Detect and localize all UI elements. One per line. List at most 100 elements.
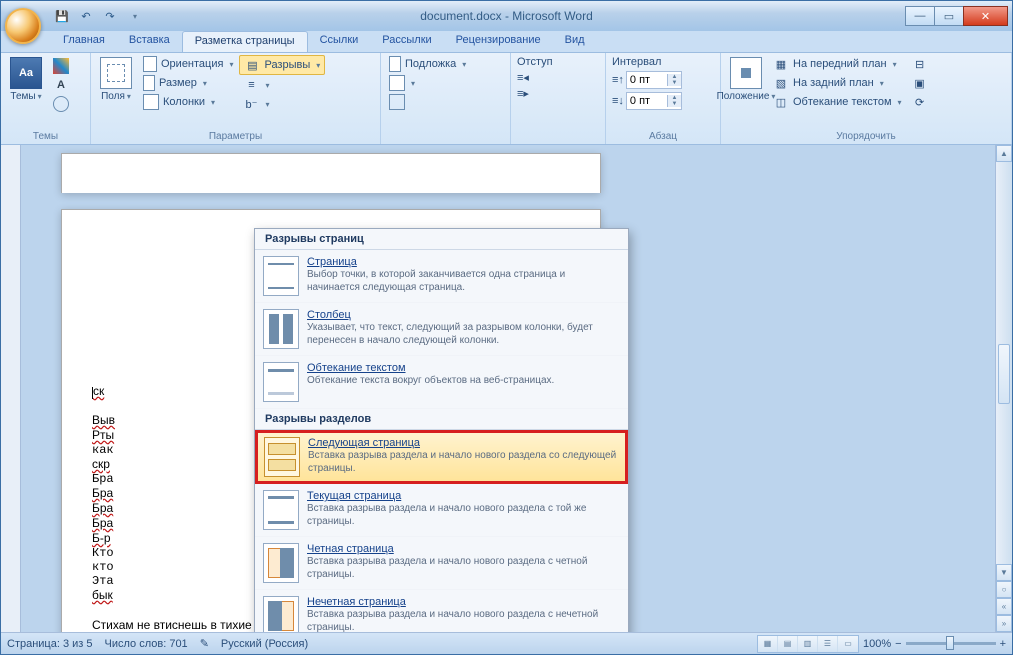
- tab-page-layout[interactable]: Разметка страницы: [182, 31, 308, 52]
- columns-button[interactable]: Колонки: [139, 93, 237, 111]
- columns-icon: [143, 94, 159, 110]
- tab-references[interactable]: Ссылки: [308, 31, 371, 52]
- zoom-level[interactable]: 100%: [863, 638, 891, 650]
- draft-view-icon[interactable]: ▭: [838, 636, 858, 652]
- section-breaks-header: Разрывы разделов: [255, 409, 628, 430]
- scroll-thumb[interactable]: [998, 344, 1010, 404]
- tab-mailings[interactable]: Рассылки: [370, 31, 443, 52]
- zoom-slider-thumb[interactable]: [946, 636, 954, 650]
- indent-left-icon: ≡◂: [517, 71, 529, 84]
- textwrap-break-icon: [263, 362, 299, 402]
- position-button[interactable]: Положение: [725, 55, 767, 104]
- tab-insert[interactable]: Вставка: [117, 31, 182, 52]
- line-numbers-icon: ≡: [243, 77, 259, 93]
- position-icon: [730, 57, 762, 89]
- space-after-spinner[interactable]: ▲▼: [626, 92, 682, 110]
- send-back-icon: ▧: [773, 75, 789, 91]
- zoom-slider-track[interactable]: [906, 642, 996, 645]
- tab-view[interactable]: Вид: [553, 31, 597, 52]
- theme-effects-icon[interactable]: [49, 95, 73, 113]
- status-page[interactable]: Страница: 3 из 5: [7, 638, 93, 650]
- status-word-count[interactable]: Число слов: 701: [105, 638, 188, 650]
- web-view-icon[interactable]: ▥: [798, 636, 818, 652]
- size-icon: [143, 75, 155, 91]
- size-button[interactable]: Размер: [139, 74, 237, 92]
- next-page-button[interactable]: »: [996, 615, 1012, 632]
- break-textwrap-item[interactable]: Обтекание текстомОбтекание текста вокруг…: [255, 356, 628, 409]
- themes-icon: Aa: [10, 57, 42, 89]
- section-oddpage-item[interactable]: Нечетная страницаВставка разрыва раздела…: [255, 590, 628, 632]
- breaks-icon: ▤: [244, 57, 260, 73]
- tab-review[interactable]: Рецензирование: [444, 31, 553, 52]
- section-nextpage-item[interactable]: Следующая страницаВставка разрыва раздел…: [255, 430, 628, 484]
- line-numbers-button[interactable]: ≡: [239, 76, 325, 94]
- page-color-icon: [389, 75, 405, 91]
- group-page-setup-label: Параметры: [95, 129, 376, 144]
- title-bar: 💾 ↶ ↷ document.docx - Microsoft Word — ▭…: [1, 1, 1012, 31]
- ribbon: Aa Темы A Темы Поля Ориентация Р: [1, 53, 1012, 145]
- indent-label: Отступ: [515, 55, 555, 69]
- themes-button[interactable]: Aa Темы: [5, 55, 47, 104]
- align-icon: ⊟: [912, 56, 928, 72]
- previous-page-bottom: [61, 153, 601, 193]
- section-continuous-item[interactable]: Текущая страницаВставка разрыва раздела …: [255, 484, 628, 537]
- page-borders-button[interactable]: [385, 93, 470, 111]
- office-button[interactable]: [5, 8, 41, 44]
- status-bar: Страница: 3 из 5 Число слов: 701 ✎ Русск…: [1, 632, 1012, 654]
- scroll-up-button[interactable]: ▲: [996, 145, 1012, 162]
- page-borders-icon: [389, 94, 405, 110]
- theme-colors-icon[interactable]: [49, 57, 73, 75]
- evenpage-section-icon: [263, 543, 299, 583]
- rotate-button[interactable]: ⟳: [908, 93, 932, 111]
- prev-page-button[interactable]: «: [996, 598, 1012, 615]
- space-before-icon: ≡↑: [612, 74, 624, 86]
- status-language[interactable]: Русский (Россия): [221, 638, 308, 650]
- bring-front-icon: ▦: [773, 56, 789, 72]
- break-column-item[interactable]: СтолбецУказывает, что текст, следующий з…: [255, 303, 628, 356]
- column-break-icon: [263, 309, 299, 349]
- tab-home[interactable]: Главная: [51, 31, 117, 52]
- rotate-icon: ⟳: [912, 94, 928, 110]
- group-arrange-label: Упорядочить: [725, 129, 1007, 144]
- bring-front-button[interactable]: ▦На передний план: [769, 55, 906, 73]
- theme-fonts-icon[interactable]: A: [49, 76, 73, 94]
- margins-button[interactable]: Поля: [95, 55, 137, 104]
- spacing-label: Интервал: [610, 55, 684, 69]
- indent-right-icon: ≡▸: [517, 87, 529, 100]
- group-themes-label: Темы: [5, 129, 86, 144]
- watermark-icon: [389, 56, 401, 72]
- oddpage-section-icon: [263, 596, 299, 632]
- group-button[interactable]: ▣: [908, 74, 932, 92]
- browse-object-button[interactable]: ○: [996, 581, 1012, 598]
- space-after-icon: ≡↓: [612, 95, 624, 107]
- section-evenpage-item[interactable]: Четная страницаВставка разрыва раздела и…: [255, 537, 628, 590]
- zoom-in-button[interactable]: +: [1000, 638, 1006, 650]
- zoom-out-button[interactable]: −: [895, 638, 901, 650]
- scroll-down-button[interactable]: ▼: [996, 564, 1012, 581]
- page-color-button[interactable]: [385, 74, 470, 92]
- text-wrap-button[interactable]: ◫Обтекание текстом: [769, 93, 906, 111]
- space-before-spinner[interactable]: ▲▼: [626, 71, 682, 89]
- group-icon: ▣: [912, 75, 928, 91]
- orientation-icon: [143, 56, 157, 72]
- view-buttons[interactable]: ▦ ▤ ▥ ☰ ▭: [757, 635, 859, 653]
- watermark-button[interactable]: Подложка: [385, 55, 470, 73]
- margins-icon: [100, 57, 132, 89]
- breaks-dropdown: Разрывы страниц СтраницаВыбор точки, в к…: [254, 228, 629, 632]
- orientation-button[interactable]: Ориентация: [139, 55, 237, 73]
- fullscreen-view-icon[interactable]: ▤: [778, 636, 798, 652]
- print-layout-view-icon[interactable]: ▦: [758, 636, 778, 652]
- outline-view-icon[interactable]: ☰: [818, 636, 838, 652]
- vertical-ruler[interactable]: [1, 145, 21, 632]
- window-title: document.docx - Microsoft Word: [1, 9, 1012, 23]
- breaks-button[interactable]: ▤Разрывы: [239, 55, 325, 75]
- status-proofing-icon[interactable]: ✎: [200, 637, 209, 650]
- continuous-section-icon: [263, 490, 299, 530]
- group-paragraph-label: Абзац: [610, 129, 716, 144]
- break-page-item[interactable]: СтраницаВыбор точки, в которой заканчива…: [255, 250, 628, 303]
- nextpage-section-icon: [264, 437, 300, 477]
- send-back-button[interactable]: ▧На задний план: [769, 74, 906, 92]
- hyphenation-button[interactable]: b⁻: [239, 95, 325, 113]
- vertical-scrollbar[interactable]: ▲ ▼ ○ « »: [995, 145, 1012, 632]
- align-button[interactable]: ⊟: [908, 55, 932, 73]
